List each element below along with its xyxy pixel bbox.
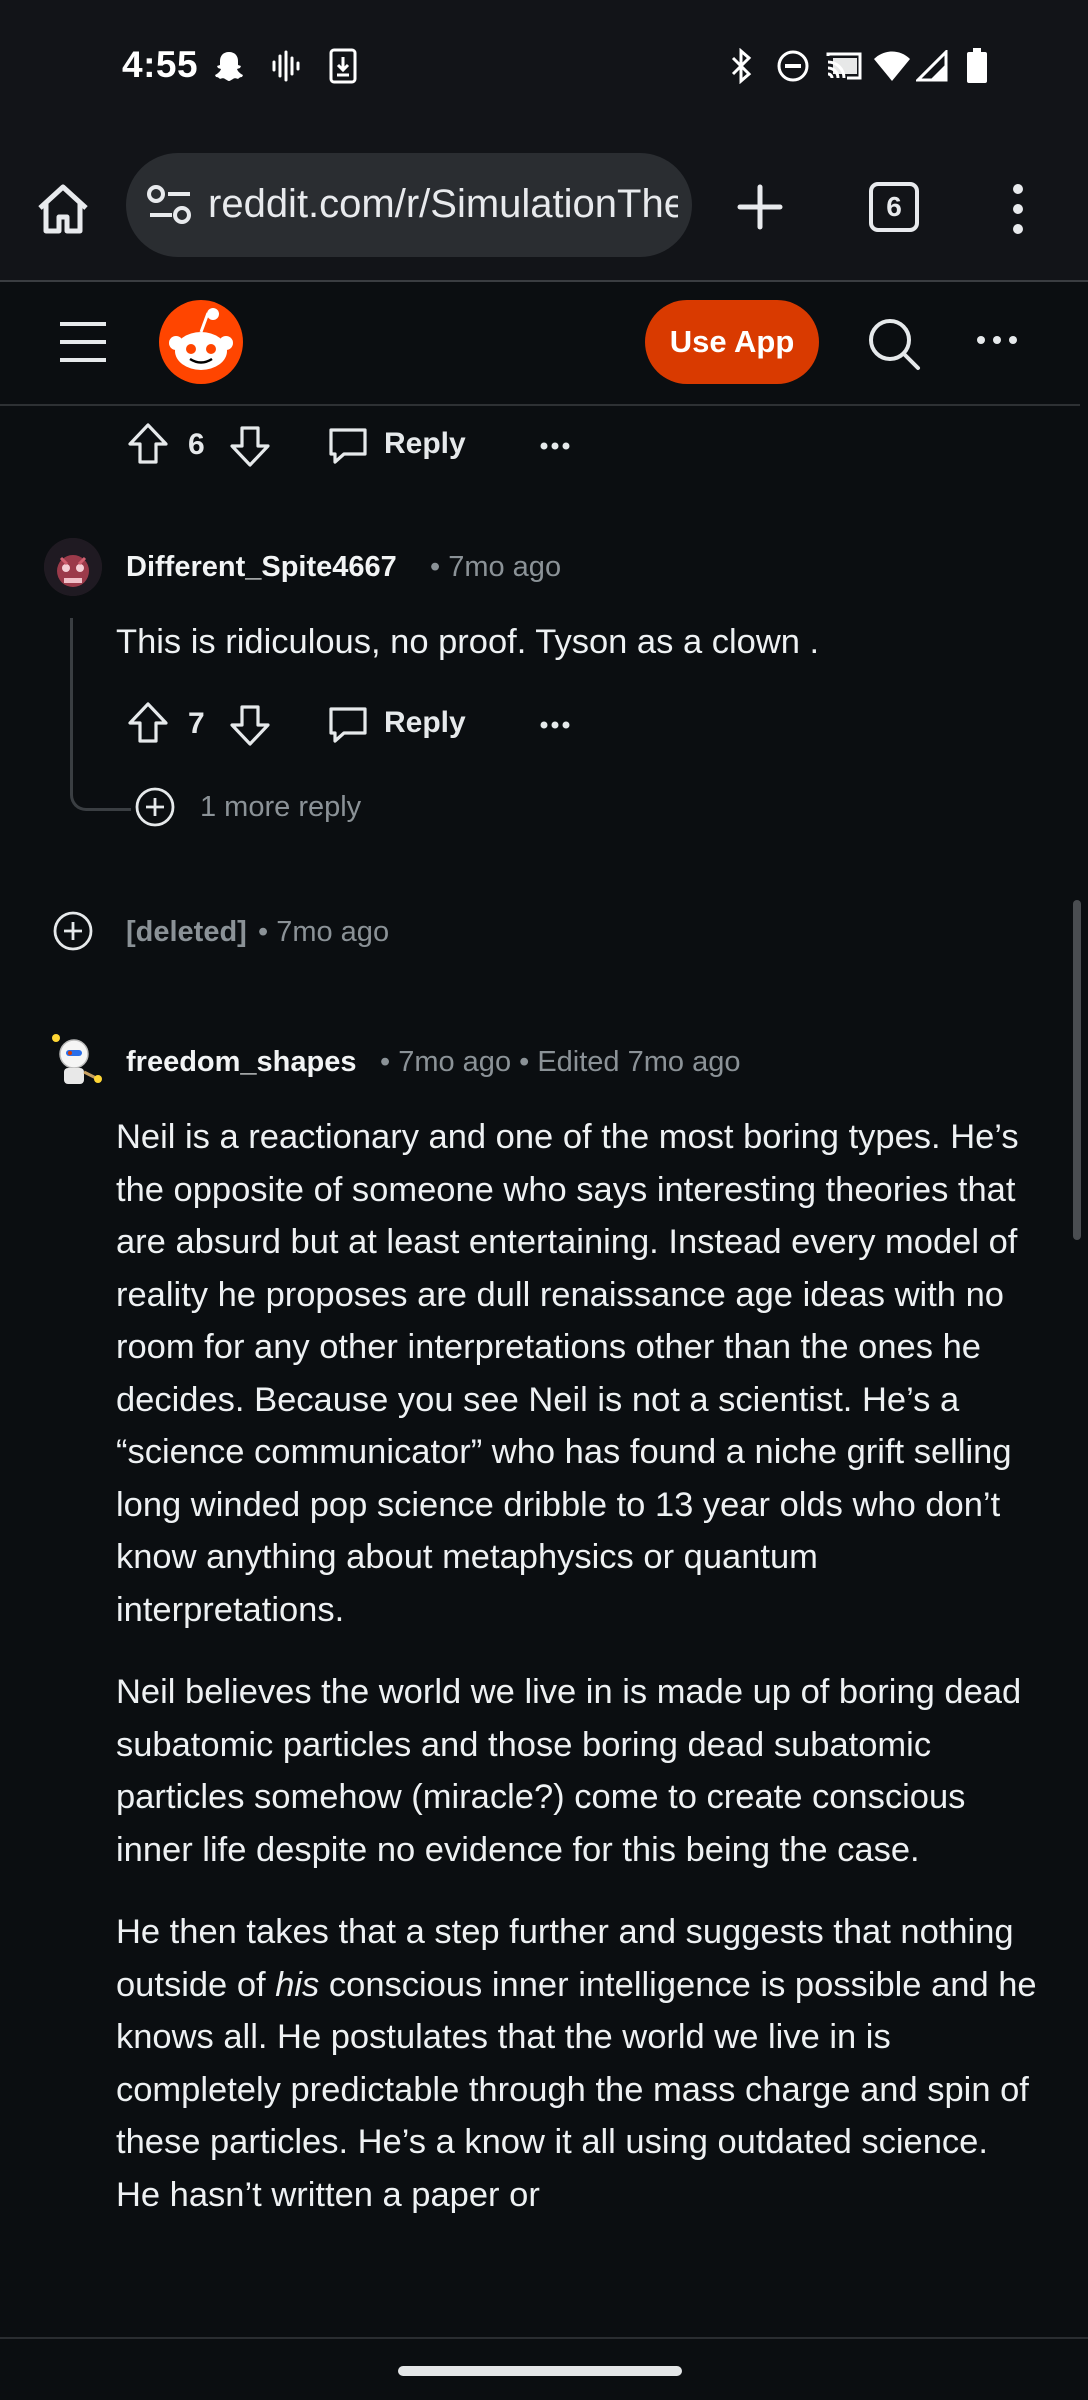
thread-connector: [70, 790, 131, 811]
menu-icon[interactable]: [1003, 179, 1033, 239]
comment-action-row: 7 Reply: [124, 699, 584, 749]
tabs-icon[interactable]: 6: [869, 182, 919, 232]
battery-icon: [962, 46, 992, 86]
comment-action-row: 6 Reply: [124, 420, 584, 470]
reply-button[interactable]: Reply: [328, 423, 488, 469]
comment-icon: [329, 428, 367, 464]
cast-icon: [824, 46, 864, 86]
comment-icon: [329, 707, 367, 743]
bluetooth-icon: [724, 46, 758, 86]
comment-paragraph: Neil is a reactionary and one of the mos…: [116, 1118, 1019, 1629]
snapchat-icon: [210, 46, 248, 86]
status-bar: 4:55: [0, 0, 1088, 135]
comment-more-icon[interactable]: [540, 717, 570, 729]
more-replies-button[interactable]: 1 more reply: [134, 784, 394, 830]
downvote-icon[interactable]: [228, 703, 272, 747]
avatar[interactable]: [44, 538, 102, 596]
hamburger-menu-icon[interactable]: [58, 320, 110, 366]
reddit-header: Use App: [0, 282, 1080, 406]
site-settings-icon[interactable]: [146, 183, 196, 229]
upvote-icon[interactable]: [126, 422, 170, 466]
reply-label: Reply: [384, 427, 466, 460]
gesture-handle[interactable]: [398, 2366, 682, 2376]
comment-more-icon[interactable]: [540, 438, 570, 450]
signal-icon: [914, 46, 950, 86]
reply-button[interactable]: Reply: [328, 702, 488, 748]
comment-timestamp: • 7mo ago • Edited 7mo ago: [380, 1046, 741, 1078]
comment-body: This is ridiculous, no proof. Tyson as a…: [116, 623, 820, 661]
comment-paragraph: Neil believes the world we live in is ma…: [116, 1673, 1022, 1869]
more-options-icon[interactable]: [975, 332, 1021, 352]
username[interactable]: freedom_shapes: [126, 1046, 357, 1079]
downvote-icon[interactable]: [228, 424, 272, 468]
thread-line: [70, 618, 73, 793]
scrollbar[interactable]: [1073, 900, 1081, 1240]
download-icon: [326, 46, 360, 86]
browser-toolbar: reddit.com/r/SimulationTheory 6: [0, 135, 1088, 282]
comment-timestamp: • 7mo ago: [258, 916, 390, 948]
use-app-button[interactable]: Use App: [645, 300, 819, 384]
new-tab-icon[interactable]: [732, 179, 790, 237]
vote-count: 6: [188, 428, 205, 461]
home-icon[interactable]: [32, 179, 96, 243]
reddit-logo-icon[interactable]: [158, 299, 244, 385]
url-text: reddit.com/r/SimulationTheory: [208, 182, 678, 226]
vote-count: 7: [188, 707, 205, 740]
comment-body: Neil is a reactionary and one of the mos…: [116, 1111, 1041, 2221]
search-icon[interactable]: [866, 316, 922, 372]
status-time: 4:55: [122, 44, 199, 85]
upvote-icon[interactable]: [126, 701, 170, 745]
comment-paragraph: He then takes that a step further and su…: [116, 1913, 1037, 2214]
expand-icon: [135, 787, 175, 827]
comment-timestamp: • 7mo ago: [430, 551, 562, 583]
address-bar[interactable]: reddit.com/r/SimulationTheory: [126, 153, 692, 257]
deleted-username: [deleted]: [126, 916, 247, 948]
username[interactable]: Different_Spite4667: [126, 551, 397, 584]
expand-icon[interactable]: [52, 910, 96, 954]
audio-wave-icon: [268, 46, 304, 86]
more-replies-label: 1 more reply: [200, 791, 362, 823]
do-not-disturb-icon: [774, 46, 812, 86]
avatar[interactable]: [44, 1030, 106, 1092]
reply-label: Reply: [384, 706, 466, 739]
emphasis: his: [275, 1965, 320, 2004]
wifi-icon: [872, 46, 912, 86]
